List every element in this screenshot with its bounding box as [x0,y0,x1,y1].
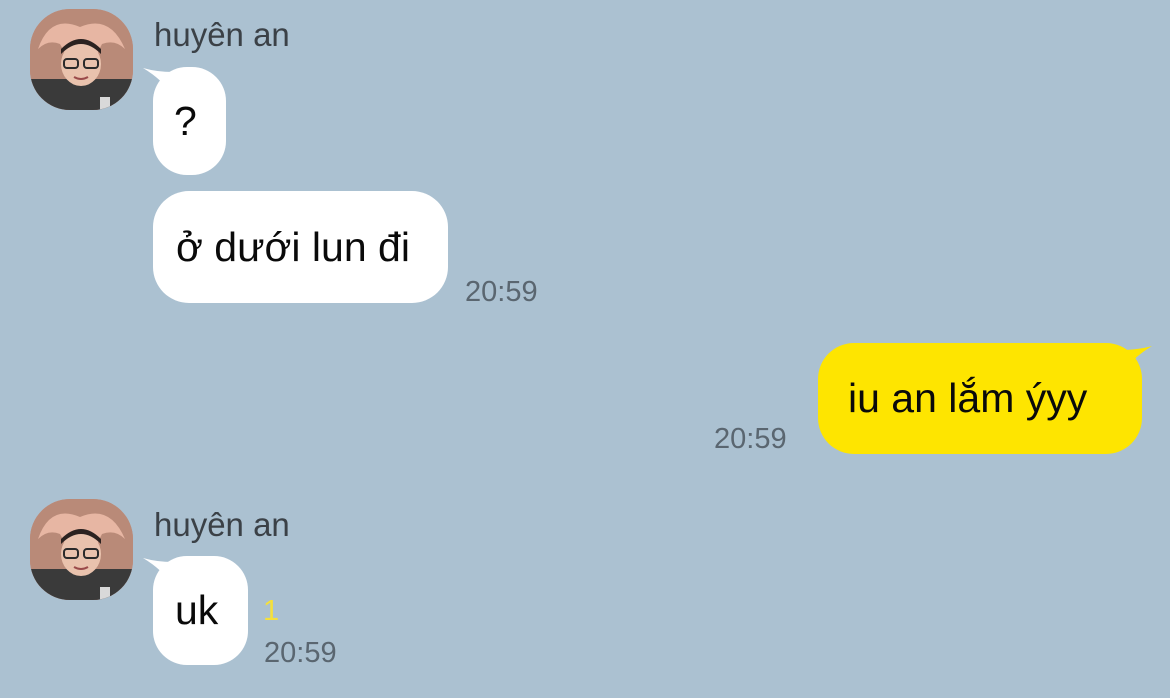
message-bubble[interactable]: uk [153,556,248,665]
bubble-tail [1122,344,1152,374]
message-time: 20:59 [714,423,787,455]
profile-photo-icon [30,9,133,110]
avatar[interactable] [30,9,133,110]
profile-photo-icon [30,499,133,600]
sender-name: huyên an [154,506,290,543]
message-bubble[interactable]: iu an lắm ýyy [818,343,1142,454]
unread-count: 1 [263,595,280,627]
message-text: uk [175,587,219,633]
message-text: ? [174,97,197,144]
message-bubble[interactable]: ? [153,67,226,175]
message-time: 20:59 [264,637,337,669]
message-text: ở dưới lun đi [176,223,410,270]
avatar[interactable] [30,499,133,600]
sender-name: huyên an [154,16,290,53]
message-text: iu an lắm ýyy [848,375,1088,421]
message-time: 20:59 [465,276,538,308]
message-bubble[interactable]: ở dưới lun đi [153,191,448,303]
